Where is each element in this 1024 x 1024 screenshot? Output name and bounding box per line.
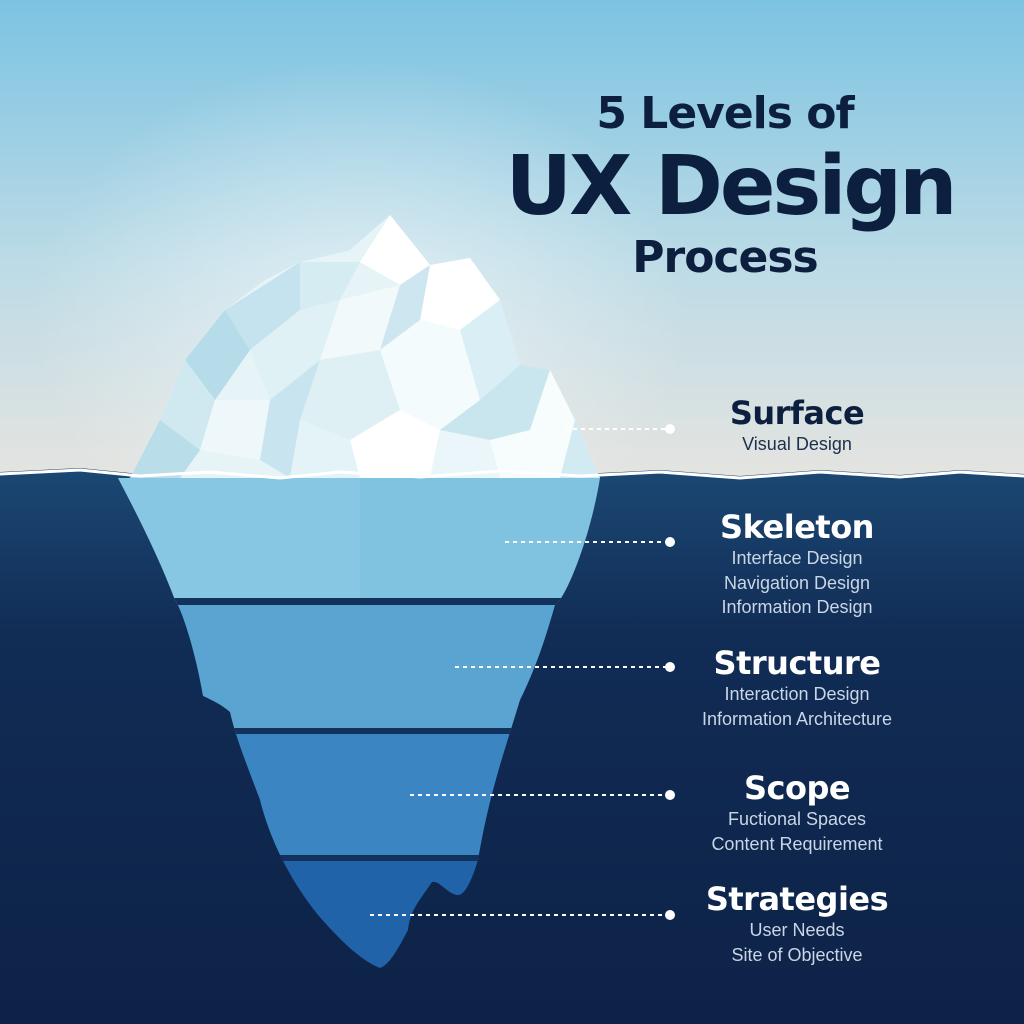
level-items: Fuctional Spaces Content Requirement [637, 807, 957, 856]
title-line-3: Process [632, 232, 818, 283]
level-items: Visual Design [637, 432, 957, 457]
level-item: User Needs [749, 920, 845, 940]
level-scope: Scope Fuctional Spaces Content Requireme… [637, 769, 957, 856]
level-item: Navigation Design [723, 572, 871, 593]
infographic: 5 Levels of UX Design Process Surface Vi… [0, 0, 1024, 1024]
level-item: Visual Design [742, 434, 852, 454]
level-title: Structure [713, 644, 881, 682]
level-title: Skeleton [720, 508, 874, 546]
level-structure: Structure Interaction Design Information… [637, 644, 957, 731]
level-item: Content Requirement [711, 833, 883, 854]
title-line-2: UX Design [505, 139, 957, 234]
title-line-1: 5 Levels of [596, 88, 854, 139]
level-item: Information Architecture [701, 708, 893, 729]
level-title: Strategies [705, 880, 889, 918]
level-items: User Needs Site of Objective [637, 918, 957, 967]
level-item: Site of Objective [731, 944, 863, 965]
level-items: Interface Design Navigation Design Infor… [637, 546, 957, 620]
level-skeleton: Skeleton Interface Design Navigation Des… [637, 508, 957, 620]
band-divider-1 [118, 598, 600, 605]
level-items: Interaction Design Information Architect… [637, 682, 957, 731]
level-strategies: Strategies User Needs Site of Objective [637, 880, 957, 967]
level-item: Fuctional Spaces [727, 809, 867, 829]
level-surface: Surface Visual Design [637, 394, 957, 457]
level-title: Surface [729, 394, 865, 432]
level-title: Scope [743, 769, 851, 807]
level-item: Interaction Design [724, 684, 870, 704]
level-item: Interface Design [731, 548, 863, 568]
level-item: Information Design [721, 597, 873, 617]
